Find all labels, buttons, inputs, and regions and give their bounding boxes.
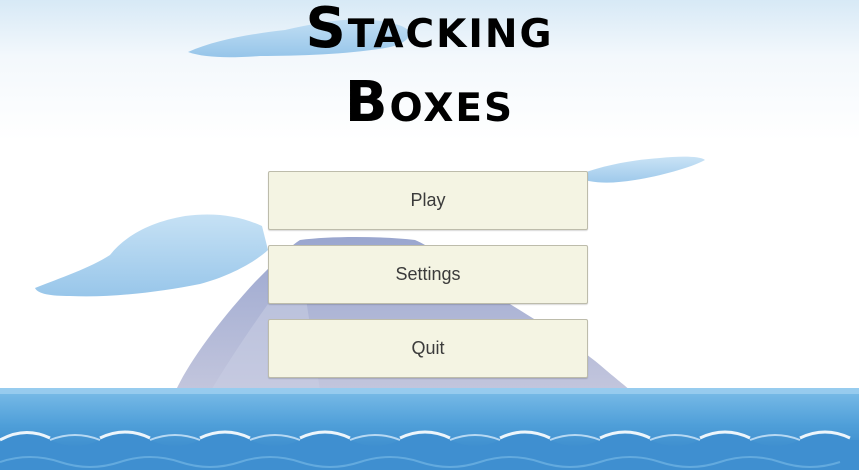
quit-button[interactable]: Quit xyxy=(268,319,588,378)
main-menu: Play Settings Quit xyxy=(268,171,588,393)
settings-button[interactable]: Settings xyxy=(268,245,588,304)
play-button[interactable]: Play xyxy=(268,171,588,230)
title-line-1: Stacking xyxy=(305,0,554,61)
main-menu-screen: Stacking Boxes Play Settings Quit xyxy=(0,0,859,470)
title-line-2: Boxes xyxy=(344,70,515,135)
waves xyxy=(0,430,859,470)
game-title: Stacking Boxes xyxy=(0,0,859,138)
